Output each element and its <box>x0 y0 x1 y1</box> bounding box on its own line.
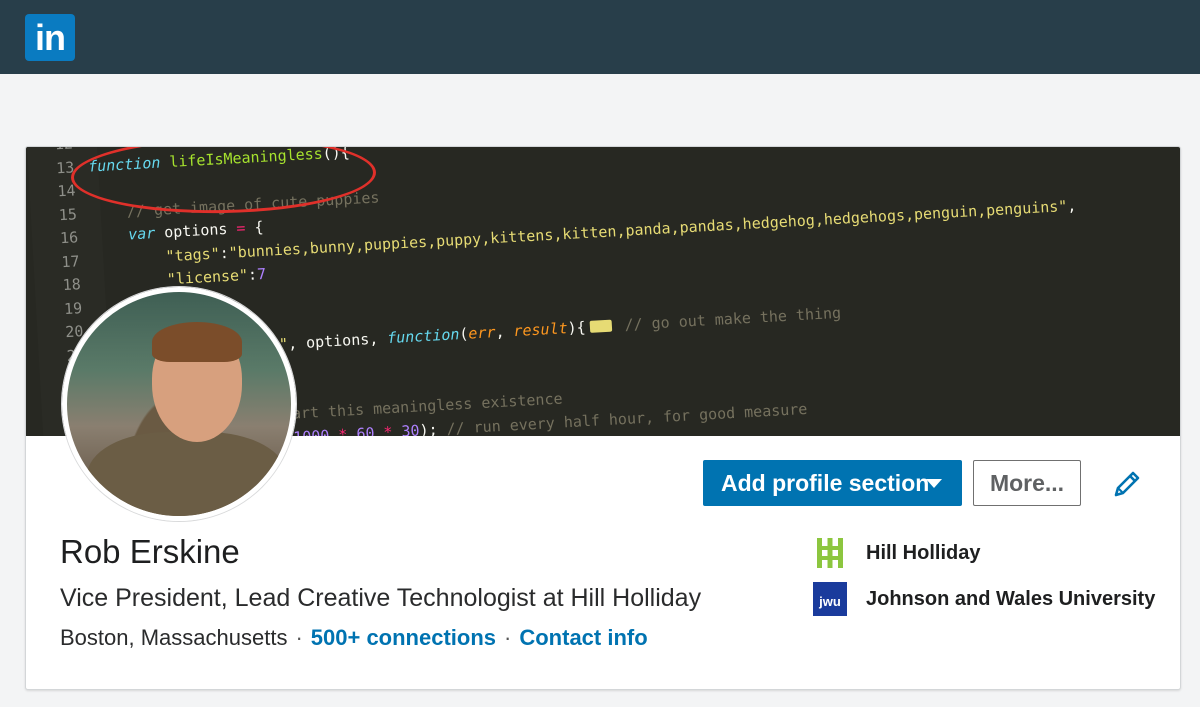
code-token: 7 <box>256 264 267 284</box>
code-token: // go out make the thing <box>615 303 842 334</box>
line-number: 16 <box>59 228 79 248</box>
code-token: err <box>467 322 496 343</box>
code-line: 19 <box>36 298 97 323</box>
hill-holliday-logo-icon <box>817 538 843 568</box>
code-token: var <box>91 223 165 246</box>
code-fold-icon <box>589 319 612 333</box>
code-token: 60 <box>355 423 384 436</box>
code-token: ); <box>419 419 448 436</box>
contact-info-link[interactable]: Contact info <box>519 625 647 650</box>
add-profile-section-button[interactable]: Add profile section <box>703 460 962 506</box>
code-token: * <box>382 422 402 436</box>
current-company[interactable]: Hill Holliday <box>813 535 980 571</box>
profile-headline: Vice President, Lead Creative Technologi… <box>60 584 702 612</box>
profile-card: 12 v ...13function lifeIsMeaningless(){1… <box>25 146 1181 690</box>
code-token: options <box>163 219 237 242</box>
code-token: { <box>253 217 264 237</box>
profile-photo[interactable] <box>62 287 296 521</box>
connections-link[interactable]: 500+ connections <box>311 625 496 650</box>
line-number: 17 <box>60 251 80 271</box>
top-navigation-bar: in <box>0 0 1200 74</box>
separator-dot: · <box>295 625 303 650</box>
profile-location: Boston, Massachusetts <box>60 625 288 650</box>
education-school[interactable]: jwu Johnson and Wales University <box>813 581 1155 617</box>
line-number: 19 <box>63 298 83 318</box>
linkedin-logo[interactable]: in <box>25 14 75 61</box>
chevron-down-icon <box>926 479 942 488</box>
line-number: 12 <box>26 147 87 155</box>
line-number: 15 <box>58 204 78 224</box>
line-number: 18 <box>62 275 82 295</box>
profile-name: Rob Erskine <box>60 533 240 570</box>
code-token: 1000 <box>292 425 339 436</box>
code-token: 30 <box>400 421 421 436</box>
code-token: , <box>494 321 514 341</box>
code-token: , options, <box>287 328 388 353</box>
code-token: result <box>512 318 569 340</box>
code-token: function <box>386 324 460 347</box>
profile-meta-line: Boston, Massachusetts · 500+ connections · C… <box>60 625 648 651</box>
company-name: Hill Holliday <box>866 541 981 564</box>
add-profile-section-label: Add profile section <box>721 470 930 496</box>
photo-jacket <box>87 432 287 516</box>
jwu-logo-icon: jwu <box>813 582 847 616</box>
separator-dot: · <box>504 625 512 650</box>
school-name: Johnson and Wales University <box>866 587 1156 610</box>
code-token: , <box>1066 196 1077 215</box>
photo-hair <box>152 322 242 362</box>
code-token: = <box>235 218 255 238</box>
more-button[interactable]: More... <box>973 460 1081 506</box>
edit-pencil-icon[interactable] <box>1110 467 1144 501</box>
code-token: ){ <box>567 317 587 337</box>
code-token: * <box>337 424 357 436</box>
